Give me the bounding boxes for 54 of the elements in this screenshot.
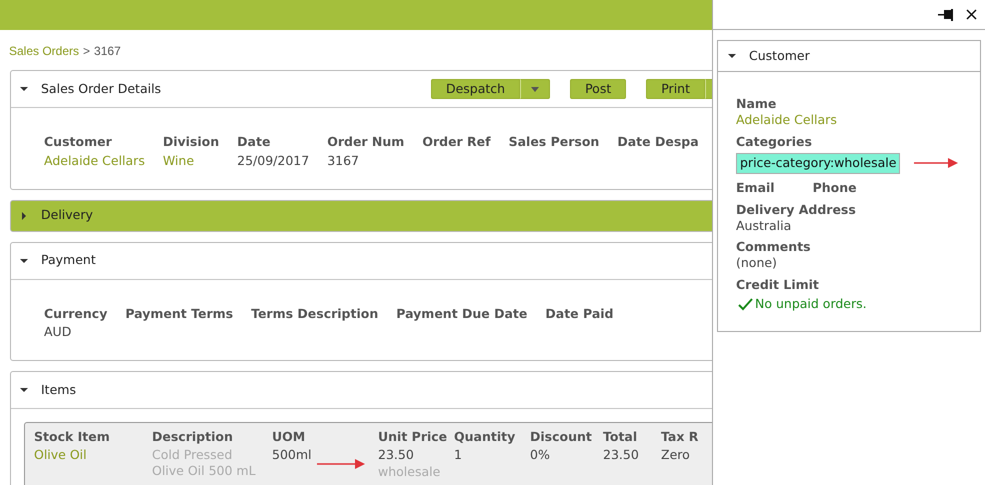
field-label: Email	[736, 178, 775, 196]
field-label: Currency	[44, 304, 108, 323]
action-button[interactable]: Despatch	[430, 79, 520, 99]
field-label: Name	[736, 96, 778, 112]
table-cell-text: 1	[454, 446, 463, 463]
column-header: Tax R	[661, 428, 700, 446]
field-label: Customer	[44, 133, 113, 151]
field-label: Division	[162, 133, 220, 151]
field-value: Australia	[736, 218, 792, 234]
table-cell-text: Cold Pressed Olive Oil 500 mL	[152, 446, 257, 479]
field-value: (none)	[736, 255, 778, 272]
field-label: Payment Due Date	[396, 304, 528, 323]
field-label: Phone	[812, 178, 857, 196]
column-header: Unit Price	[378, 428, 448, 446]
breadcrumb-current: 3167	[94, 43, 121, 60]
field-label: Date Despa	[617, 133, 699, 151]
section-title: Delivery	[41, 206, 93, 224]
field-label: Delivery Address	[736, 202, 857, 218]
column-header: Quantity	[454, 428, 516, 446]
action-button[interactable]: Print	[646, 79, 705, 99]
price-note: wholesale	[378, 462, 442, 481]
section-title: Items	[41, 380, 76, 399]
column-header: UOM	[272, 428, 306, 446]
field-label: Sales Person	[508, 133, 600, 151]
section-title: Customer	[749, 46, 810, 65]
table-cell-text: 23.50	[378, 446, 415, 463]
column-header: Discount	[530, 428, 593, 446]
column-header: Description	[152, 428, 234, 446]
category-tag: price-category:wholesale	[736, 152, 900, 174]
section-title: Sales Order Details	[41, 80, 162, 98]
field-label: Date Paid	[545, 304, 614, 322]
field-label: Date	[237, 133, 272, 151]
field-label: Comments	[736, 239, 812, 256]
field-label: Payment Terms	[125, 304, 234, 323]
table-cell-text: 23.50	[603, 446, 640, 463]
table-cell-text: Zero	[661, 446, 691, 463]
table-cell-text: 500ml	[272, 446, 313, 463]
section-title: Payment	[41, 251, 96, 270]
field-value: AUD	[44, 323, 72, 342]
section-header[interactable]: Customer	[718, 41, 980, 72]
column-header: Stock Item	[34, 428, 111, 446]
table-cell-text: 0%	[530, 446, 551, 463]
field-label: Terms Description	[251, 304, 378, 323]
field-value: 3167	[327, 152, 360, 170]
field-label: Order Num	[327, 133, 404, 151]
status-text: No unpaid orders.	[755, 295, 867, 313]
field-label: Credit Limit	[736, 276, 820, 294]
section-header[interactable]: Delivery	[11, 200, 712, 230]
field-value: 25/09/2017	[237, 152, 310, 170]
field-label: Categories	[736, 133, 813, 151]
breadcrumb-separator: >	[83, 43, 90, 60]
column-header: Total	[603, 428, 638, 446]
field-label: Order Ref	[422, 133, 491, 151]
action-button[interactable]: Post	[570, 79, 626, 99]
